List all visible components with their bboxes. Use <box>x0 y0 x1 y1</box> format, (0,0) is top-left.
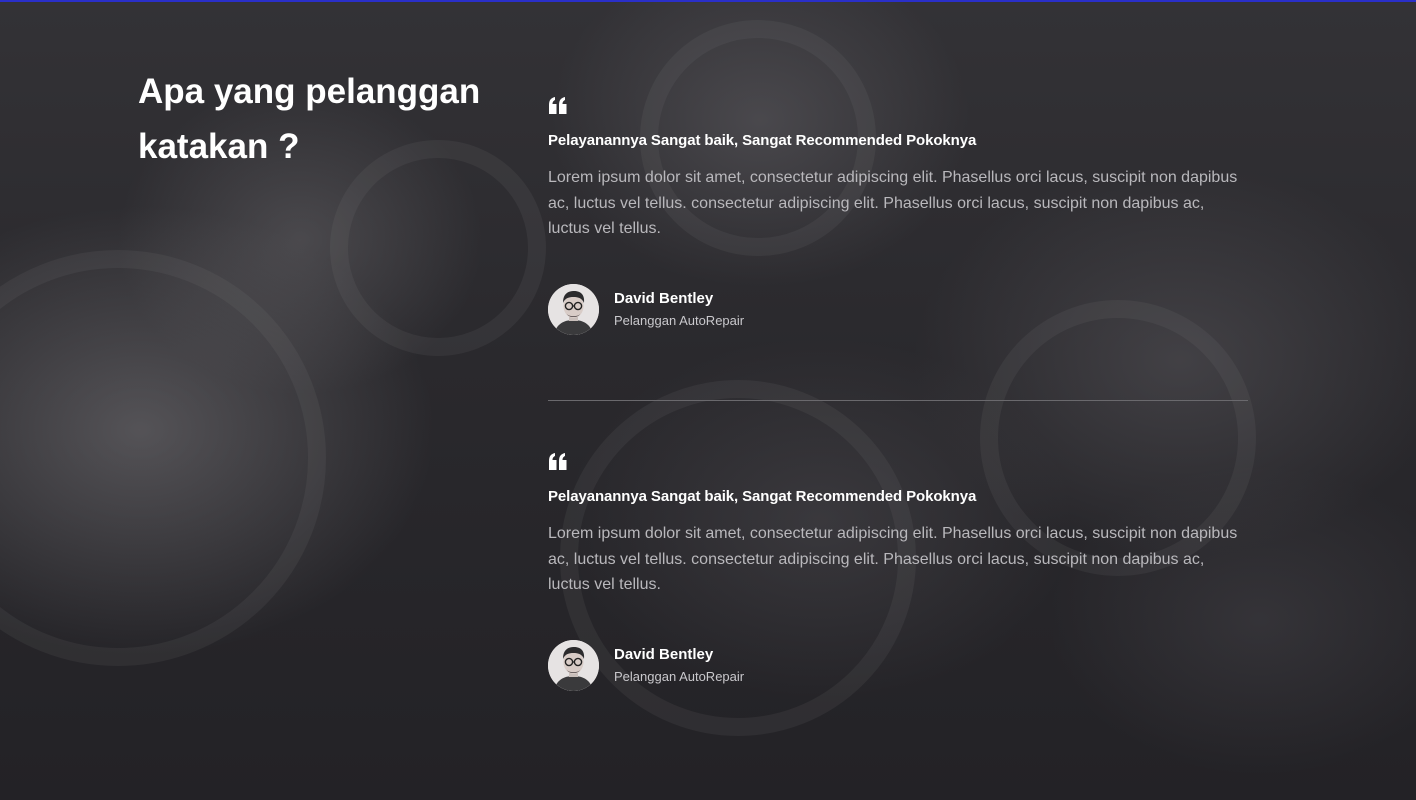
testimonial-card: Pelayanannya Sangat baik, Sangat Recomme… <box>548 96 1248 335</box>
avatar-portrait-icon <box>548 283 599 335</box>
testimonial-divider <box>548 400 1248 401</box>
author-name: David Bentley <box>614 289 714 307</box>
quote-icon <box>549 97 567 114</box>
author-name: David Bentley <box>614 645 714 663</box>
testimonial-author: David Bentley Pelanggan AutoRepair <box>548 283 1248 335</box>
avatar <box>548 283 599 335</box>
top-accent-bar <box>0 0 1416 2</box>
testimonial-card: Pelayanannya Sangat baik, Sangat Recomme… <box>548 452 1248 691</box>
testimonial-text: Lorem ipsum dolor sit amet, consectetur … <box>548 525 1238 593</box>
avatar <box>548 639 599 691</box>
author-role: Pelanggan AutoRepair <box>614 668 745 684</box>
testimonial-author: David Bentley Pelanggan AutoRepair <box>548 639 1248 691</box>
section-heading: Apa yang pelanggan katakan ? <box>138 72 481 166</box>
background-pulley-shape <box>0 250 326 666</box>
quote-icon <box>549 453 567 470</box>
testimonial-text: Lorem ipsum dolor sit amet, consectetur … <box>548 169 1238 237</box>
author-role: Pelanggan AutoRepair <box>614 312 745 328</box>
testimonial-title: Pelayanannya Sangat baik, Sangat Recomme… <box>548 488 977 505</box>
testimonials-section: Apa yang pelanggan katakan ? Pelayananny… <box>0 0 1416 800</box>
testimonial-title: Pelayanannya Sangat baik, Sangat Recomme… <box>548 132 977 149</box>
avatar-portrait-icon <box>548 639 599 691</box>
